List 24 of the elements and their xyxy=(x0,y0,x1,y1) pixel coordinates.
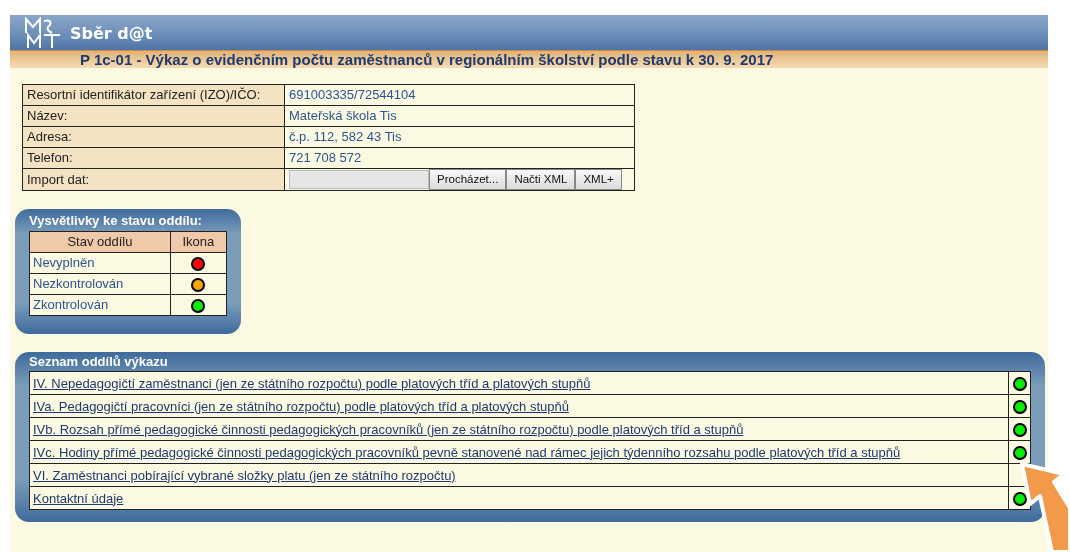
section-link[interactable]: Kontaktní údaje xyxy=(33,490,124,506)
field-value: 691003335/72544104 xyxy=(284,84,635,106)
column-header: Ikona xyxy=(170,231,227,253)
browse-button[interactable]: Procházet... xyxy=(429,169,507,191)
status-label: Nezkontrolován xyxy=(29,273,171,295)
field-value: 721 708 572 xyxy=(284,147,635,169)
file-path-field[interactable] xyxy=(289,170,429,190)
field-label: Název: xyxy=(22,105,285,127)
xml-plus-button[interactable]: XML+ xyxy=(575,169,622,191)
sections-title: Seznam oddílů výkazu xyxy=(29,352,169,371)
app-name: Sběr d@t xyxy=(70,23,153,45)
logo-icon xyxy=(24,17,62,50)
field-label: Telefon: xyxy=(22,147,285,169)
field-value: č.p. 112, 582 43 Tis xyxy=(284,126,635,148)
load-xml-button[interactable]: Načti XML xyxy=(506,169,576,191)
report-title: P 1c-01 - Výkaz o evidenčním počtu zaměstnanců v regionálním školství podle stavu k 30. 9. 2017 xyxy=(10,50,1048,68)
status-label: Nevyplněn xyxy=(29,252,171,274)
field-label: Import dat: xyxy=(22,168,285,191)
status-label: Zkontrolován xyxy=(29,294,171,316)
legend-title: Vysvětlivky ke stavu oddílu: xyxy=(29,212,203,231)
field-label: Adresa: xyxy=(22,126,285,148)
field-label: Resortní identifikátor zařízení (IZO)/IČO: xyxy=(22,84,285,106)
column-header: Stav oddílu xyxy=(29,231,171,253)
field-value: Mateřská škola Tis xyxy=(284,105,635,127)
